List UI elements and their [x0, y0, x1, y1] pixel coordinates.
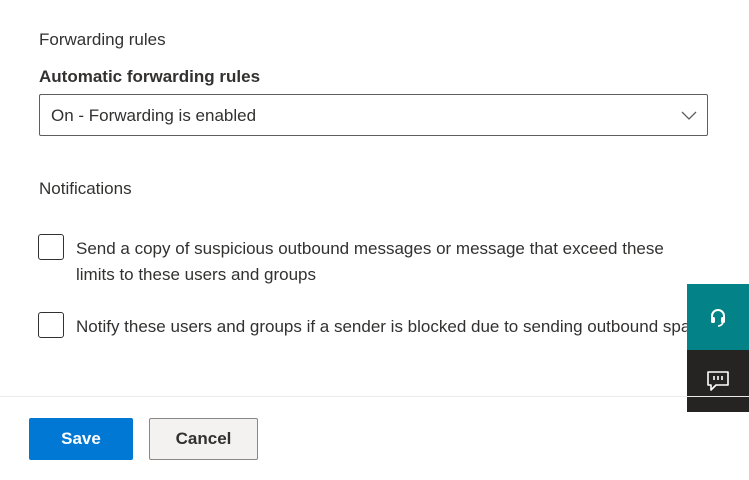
footer-divider	[0, 396, 749, 397]
sender-blocked-label[interactable]: Notify these users and groups if a sende…	[76, 314, 706, 340]
sender-blocked-checkbox[interactable]	[38, 312, 64, 338]
save-button[interactable]: Save	[29, 418, 133, 460]
notifications-heading: Notifications	[39, 179, 132, 198]
feedback-icon	[707, 371, 729, 391]
suspicious-copy-label[interactable]: Send a copy of suspicious outbound messa…	[76, 236, 706, 288]
chevron-down-icon	[681, 111, 697, 120]
suspicious-copy-checkbox[interactable]	[38, 234, 64, 260]
help-button[interactable]	[687, 284, 749, 350]
cancel-button[interactable]: Cancel	[149, 418, 258, 460]
dropdown-selected-value: On - Forwarding is enabled	[51, 106, 257, 125]
headset-icon	[711, 309, 725, 327]
automatic-forwarding-label: Automatic forwarding rules	[39, 67, 261, 86]
automatic-forwarding-dropdown[interactable]: On - Forwarding is enabled	[39, 94, 708, 136]
forwarding-rules-heading: Forwarding rules	[39, 30, 166, 49]
feedback-button[interactable]	[687, 350, 749, 412]
